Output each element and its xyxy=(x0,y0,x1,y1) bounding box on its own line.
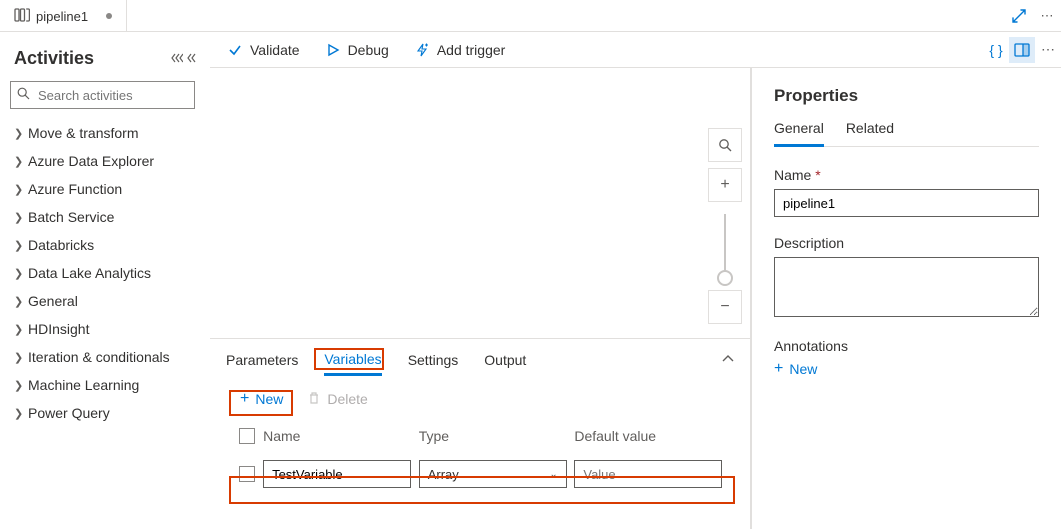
chevron-right-icon: ❯ xyxy=(14,323,28,336)
tab-variables[interactable]: Variables xyxy=(324,351,381,376)
plus-icon: + xyxy=(240,390,249,408)
chevron-right-icon: ❯ xyxy=(14,407,28,420)
activities-search-input[interactable] xyxy=(36,87,216,104)
cat-machine-learning[interactable]: ❯Machine Learning xyxy=(10,371,195,399)
activities-title: Activities xyxy=(14,48,195,69)
add-trigger-button[interactable]: Add trigger xyxy=(415,42,505,58)
zoom-slider[interactable] xyxy=(724,214,726,284)
description-input[interactable] xyxy=(774,257,1039,317)
debug-button[interactable]: Debug xyxy=(326,42,389,58)
plus-icon: + xyxy=(774,360,783,378)
annotations-new-button[interactable]: + New xyxy=(774,360,1039,378)
variables-headers: Name Type Default value xyxy=(230,422,730,454)
chevron-right-icon: ❯ xyxy=(14,183,28,196)
chevron-right-icon: ❯ xyxy=(14,295,28,308)
toolbar-more-icon[interactable]: ⋯ xyxy=(1035,37,1061,63)
chevron-right-icon: ❯ xyxy=(14,211,28,224)
delete-variable-button: Delete xyxy=(307,391,367,408)
activities-collapse xyxy=(171,52,197,66)
play-icon xyxy=(326,43,344,57)
properties-panel: Properties General Related Name * Descri… xyxy=(751,68,1061,529)
tab-output[interactable]: Output xyxy=(484,352,526,376)
annotations-label: Annotations xyxy=(774,338,1039,354)
activities-search[interactable] xyxy=(10,81,195,109)
pipeline-tab[interactable]: pipeline1 xyxy=(0,0,127,32)
expand-icon[interactable] xyxy=(1005,0,1033,31)
cat-general[interactable]: ❯General xyxy=(10,287,195,315)
bottom-actions: + New Delete xyxy=(210,376,750,422)
canvas-toolbar: Validate Debug Add trigger { } ⋯ xyxy=(210,32,1061,68)
fit-zoom-button[interactable] xyxy=(708,128,742,162)
new-variable-button[interactable]: + New xyxy=(230,386,293,412)
tab-parameters[interactable]: Parameters xyxy=(226,352,298,376)
activities-collapse-double-icon[interactable] xyxy=(171,52,183,66)
validate-button[interactable]: Validate xyxy=(228,42,300,58)
activities-panel: Activities ❯Move & transform ❯Azure Data… xyxy=(10,40,195,427)
activities-collapse-single-icon[interactable] xyxy=(187,52,197,66)
cat-power-query[interactable]: ❯Power Query xyxy=(10,399,195,427)
bottom-collapse-icon[interactable] xyxy=(722,351,734,367)
pipeline-tab-title: pipeline1 xyxy=(36,9,88,24)
chevron-right-icon: ❯ xyxy=(14,155,28,168)
header-default: Default value xyxy=(574,428,730,444)
zoom-handle[interactable] xyxy=(717,270,733,286)
lightning-icon xyxy=(415,43,433,57)
name-input[interactable] xyxy=(774,189,1039,217)
row-checkbox[interactable] xyxy=(239,466,255,482)
tab-more-icon[interactable]: ⋯ xyxy=(1033,0,1061,31)
variables-grid: Name Type Default value Array ⌄ xyxy=(210,422,750,494)
editor-tabbar: pipeline1 ⋯ xyxy=(0,0,1061,32)
trash-icon xyxy=(307,391,321,408)
tab-settings[interactable]: Settings xyxy=(408,352,459,376)
search-icon xyxy=(17,87,30,103)
pipeline-canvas[interactable]: + − xyxy=(210,68,751,338)
variable-name-input[interactable] xyxy=(263,460,411,488)
cat-move-transform[interactable]: ❯Move & transform xyxy=(10,119,195,147)
zoom-out-button[interactable]: − xyxy=(708,290,742,324)
cat-data-lake-analytics[interactable]: ❯Data Lake Analytics xyxy=(10,259,195,287)
checkmark-icon xyxy=(228,43,246,57)
zoom-tools: + − xyxy=(708,128,742,330)
header-name: Name xyxy=(263,428,419,444)
select-all-checkbox[interactable] xyxy=(239,428,255,444)
variable-type-select[interactable]: Array ⌄ xyxy=(419,460,567,488)
chevron-right-icon: ❯ xyxy=(14,127,28,140)
properties-tab-related[interactable]: Related xyxy=(846,120,894,146)
properties-tab-general[interactable]: General xyxy=(774,120,824,147)
cat-batch-service[interactable]: ❯Batch Service xyxy=(10,203,195,231)
cat-databricks[interactable]: ❯Databricks xyxy=(10,231,195,259)
variable-row: Array ⌄ xyxy=(230,454,730,494)
cat-azure-function[interactable]: ❯Azure Function xyxy=(10,175,195,203)
cat-hdinsight[interactable]: ❯HDInsight xyxy=(10,315,195,343)
chevron-down-icon: ⌄ xyxy=(549,469,557,480)
header-type: Type xyxy=(419,428,575,444)
chevron-right-icon: ❯ xyxy=(14,267,28,280)
cat-azure-data-explorer[interactable]: ❯Azure Data Explorer xyxy=(10,147,195,175)
pipeline-icon xyxy=(14,8,30,25)
properties-title: Properties xyxy=(774,86,1039,106)
code-view-icon[interactable]: { } xyxy=(983,37,1009,63)
chevron-right-icon: ❯ xyxy=(14,351,28,364)
name-label: Name * xyxy=(774,167,1039,183)
description-label: Description xyxy=(774,235,1039,251)
zoom-in-button[interactable]: + xyxy=(708,168,742,202)
bottom-panel: Parameters Variables Settings Output + N… xyxy=(210,338,751,529)
unsaved-indicator-icon xyxy=(106,13,112,19)
variable-default-input[interactable] xyxy=(574,460,722,488)
chevron-right-icon: ❯ xyxy=(14,239,28,252)
properties-toggle-icon[interactable] xyxy=(1009,37,1035,63)
chevron-right-icon: ❯ xyxy=(14,379,28,392)
cat-iteration-conditionals[interactable]: ❯Iteration & conditionals xyxy=(10,343,195,371)
bottom-tabs: Parameters Variables Settings Output xyxy=(210,339,750,376)
properties-tabs: General Related xyxy=(774,120,1039,147)
